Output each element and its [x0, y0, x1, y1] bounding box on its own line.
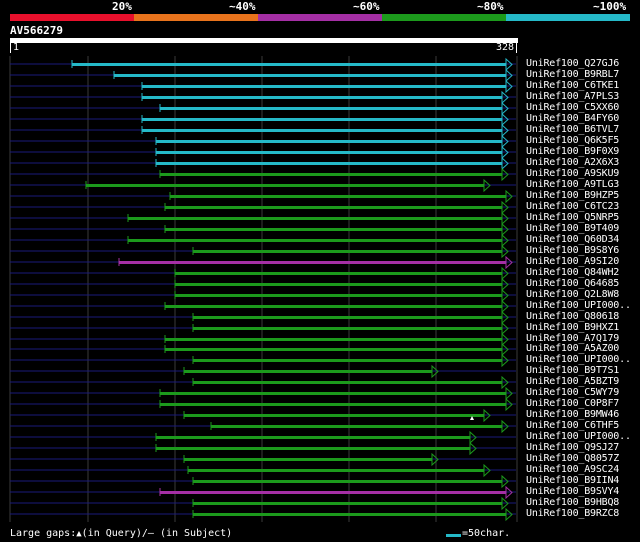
hit-bar — [211, 425, 502, 428]
hit-bar — [119, 261, 506, 264]
hit-label[interactable]: UniRef100_A9TLG3 — [526, 179, 619, 190]
scale-bar-icon — [446, 534, 461, 537]
hit-bar — [156, 447, 470, 450]
hit-bar — [193, 250, 502, 253]
hit-bar — [165, 305, 502, 308]
hit-label[interactable]: UniRef100_B9IIN4 — [526, 475, 619, 486]
hit-label[interactable]: UniRef100_A5AZ00 — [526, 343, 619, 354]
gaps-in-subject: (in Subject) — [153, 528, 233, 539]
hit-bar — [160, 107, 502, 110]
hit-bar — [160, 491, 506, 494]
hit-bar — [72, 63, 506, 66]
hit-label[interactable]: UniRef100_UPI000.. — [526, 431, 631, 442]
hit-label[interactable]: UniRef100_C6THF5 — [526, 420, 619, 431]
hit-label[interactable]: UniRef100_A9SC24 — [526, 464, 619, 475]
hit-bar — [193, 316, 502, 319]
gaps-label: Large gaps: — [10, 528, 77, 539]
hit-bar — [142, 129, 502, 132]
hit-bar — [142, 118, 502, 121]
hit-label[interactable]: UniRef100_B9S8Y6 — [526, 245, 619, 256]
hit-bar — [193, 480, 502, 483]
hit-bar — [160, 392, 506, 395]
hit-bar — [142, 96, 502, 99]
hit-bar — [160, 403, 506, 406]
hit-bar — [175, 294, 502, 297]
hit-bar — [128, 239, 502, 242]
hit-label[interactable]: UniRef100_C5XX60 — [526, 102, 619, 113]
hit-bar — [156, 162, 502, 165]
hit-label[interactable]: UniRef100_B9HBQ8 — [526, 497, 619, 508]
hit-label[interactable]: UniRef100_A9SI20 — [526, 256, 619, 267]
hit-label[interactable]: UniRef100_Q6K5F5 — [526, 135, 619, 146]
hit-bar — [114, 74, 506, 77]
hit-label[interactable]: UniRef100_Q84WH2 — [526, 267, 619, 278]
hit-bar — [193, 359, 502, 362]
hit-label[interactable]: UniRef100_UPI000.. — [526, 300, 631, 311]
hit-bar — [165, 206, 502, 209]
hit-label[interactable]: UniRef100_B9T409 — [526, 223, 619, 234]
hit-label[interactable]: UniRef100_B9RZC8 — [526, 508, 619, 519]
hit-bar — [175, 283, 502, 286]
hit-bar — [193, 381, 502, 384]
hit-label[interactable]: UniRef100_B9F0X9 — [526, 146, 619, 157]
hit-label[interactable]: UniRef100_B9MW46 — [526, 409, 619, 420]
hit-bar — [170, 195, 506, 198]
hit-bar — [160, 173, 502, 176]
hit-label[interactable]: UniRef100_Q2L8W8 — [526, 289, 619, 300]
hit-label[interactable]: UniRef100_B9HXZ1 — [526, 322, 619, 333]
hit-label[interactable]: UniRef100_A2X6X3 — [526, 157, 619, 168]
scale-bar-label: =50char. — [462, 528, 511, 539]
hit-label[interactable]: UniRef100_A7PLS3 — [526, 91, 619, 102]
hit-label[interactable]: UniRef100_Q64685 — [526, 278, 619, 289]
hit-label[interactable]: UniRef100_C6TKE1 — [526, 80, 619, 91]
hit-bar — [156, 151, 502, 154]
hit-label[interactable]: UniRef100_B6TVL7 — [526, 124, 619, 135]
hit-bar — [184, 458, 432, 461]
hit-label[interactable]: UniRef100_A9SKU9 — [526, 168, 619, 179]
hit-label[interactable]: UniRef100_B9SVY4 — [526, 486, 619, 497]
hit-label[interactable]: UniRef100_Q5NRP5 — [526, 212, 619, 223]
hit-bar — [165, 338, 502, 341]
hit-label[interactable]: UniRef100_B9HZP5 — [526, 190, 619, 201]
hit-label[interactable]: UniRef100_Q9SJ27 — [526, 442, 619, 453]
hit-bar — [165, 228, 502, 231]
hit-bar — [188, 469, 484, 472]
hit-label[interactable]: UniRef100_Q8057Z — [526, 453, 619, 464]
footer: Large gaps:▲(in Query)/— (in Subject) — [10, 528, 232, 539]
hit-label[interactable]: UniRef100_UPI000.. — [526, 354, 631, 365]
hit-bar — [156, 436, 470, 439]
gaps-in-query: (in Query)/ — [81, 528, 148, 539]
hit-bar — [156, 140, 502, 143]
hit-bar — [184, 370, 432, 373]
hit-bar — [142, 85, 506, 88]
hit-bar — [165, 348, 502, 351]
hit-label[interactable]: UniRef100_B9T7S1 — [526, 365, 619, 376]
hit-bar — [175, 272, 502, 275]
hit-bar — [193, 327, 502, 330]
hit-label[interactable]: UniRef100_Q60D34 — [526, 234, 619, 245]
hit-bar — [193, 513, 506, 516]
hit-bar — [184, 414, 484, 417]
hit-label[interactable]: UniRef100_B4FY60 — [526, 113, 619, 124]
hit-label[interactable]: UniRef100_A5BZT9 — [526, 376, 619, 387]
hit-label[interactable]: UniRef100_B9RBL7 — [526, 69, 619, 80]
hit-bar — [86, 184, 484, 187]
hit-label[interactable]: UniRef100_Q80618 — [526, 311, 619, 322]
hit-label[interactable]: UniRef100_Q27GJ6 — [526, 58, 619, 69]
hit-bar — [128, 217, 502, 220]
hit-label[interactable]: UniRef100_C5WY79 — [526, 387, 619, 398]
hit-label[interactable]: UniRef100_C6TC23 — [526, 201, 619, 212]
hit-label[interactable]: UniRef100_C0P8F7 — [526, 398, 619, 409]
hit-bar — [193, 502, 502, 505]
